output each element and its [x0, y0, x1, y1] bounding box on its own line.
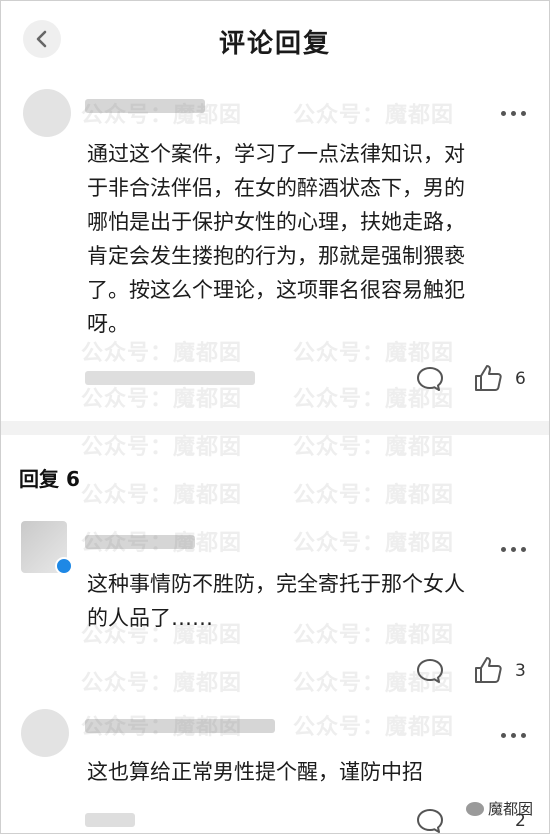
watermark-text: 公众号：魔都囡 [293, 531, 455, 556]
more-icon [501, 101, 531, 120]
username-blurred [85, 535, 195, 549]
more-button[interactable] [501, 537, 531, 552]
comment-meta-blurred [85, 371, 255, 385]
like-count: 3 [515, 661, 526, 681]
more-icon [501, 537, 531, 556]
comment-text: 通过这个案件，学习了一点法律知识，对 于非合法伴侣，在女的醉酒状态下，男的 哪怕… [87, 137, 465, 341]
watermark-text: 公众号：魔都囡 [81, 483, 243, 508]
comment-line: 呀。 [87, 312, 129, 336]
header-bar: 评论回复 [1, 1, 549, 81]
watermark-text: 公众号：魔都囡 [81, 387, 243, 412]
reply-text: 这种事情防不胜防，完全寄托于那个女人 的人品了…… [87, 567, 465, 635]
comment-line: 于非合法伴侣，在女的醉酒状态下，男的 [87, 176, 465, 200]
corner-watermark-text: 魔都囡 [487, 800, 533, 818]
avatar [23, 89, 71, 137]
comment-line: 肯定会发生搂抱的行为，那就是强制猥亵 [87, 244, 465, 268]
comment-meta-blurred [85, 813, 135, 827]
replies-header: 回复 6 [19, 467, 80, 491]
watermark-text: 公众号：魔都囡 [293, 103, 455, 128]
comment-icon[interactable] [415, 365, 445, 393]
like-count: 6 [515, 369, 526, 389]
more-button[interactable] [501, 723, 531, 738]
reply-line: 这也算给正常男性提个醒，谨防中招 [87, 760, 423, 784]
username-blurred [85, 719, 275, 733]
username-blurred [85, 99, 205, 113]
like-icon[interactable] [473, 655, 503, 685]
like-icon[interactable] [473, 363, 503, 393]
comment-icon[interactable] [415, 657, 445, 685]
reply-text: 这也算给正常男性提个醒，谨防中招 [87, 755, 423, 789]
comment-icon[interactable] [415, 807, 445, 834]
reply-line: 的人品了…… [87, 606, 213, 630]
more-icon [501, 723, 531, 742]
verified-badge-icon [55, 557, 73, 575]
comment-line: 哪怕是出于保护女性的心理，扶她走路， [87, 210, 465, 234]
more-button[interactable] [501, 101, 531, 116]
comment-line: 通过这个案件，学习了一点法律知识，对 [87, 142, 465, 166]
screen: 评论回复 通过这个案件，学习了一点法律知识，对 于非合法伴侣，在女的醉酒状态下，… [0, 0, 550, 834]
page-title: 评论回复 [218, 29, 331, 59]
avatar [21, 709, 69, 757]
watermark-text: 公众号：魔都囡 [81, 671, 243, 696]
reply-line: 这种事情防不胜防，完全寄托于那个女人 [87, 572, 465, 596]
section-divider [1, 421, 549, 435]
corner-watermark: 魔都囡 [465, 798, 533, 819]
comment-line: 了。按这么个理论，这项罪名很容易触犯 [87, 278, 465, 302]
watermark-layer: 公众号：魔都囡 公众号：魔都囡 公众号：魔都囡 公众号：魔都囡 公众号：魔都囡 … [1, 1, 549, 833]
watermark-text: 公众号：魔都囡 [293, 483, 455, 508]
watermark-text: 公众号：魔都囡 [293, 715, 455, 740]
wechat-logo-icon [465, 802, 484, 816]
